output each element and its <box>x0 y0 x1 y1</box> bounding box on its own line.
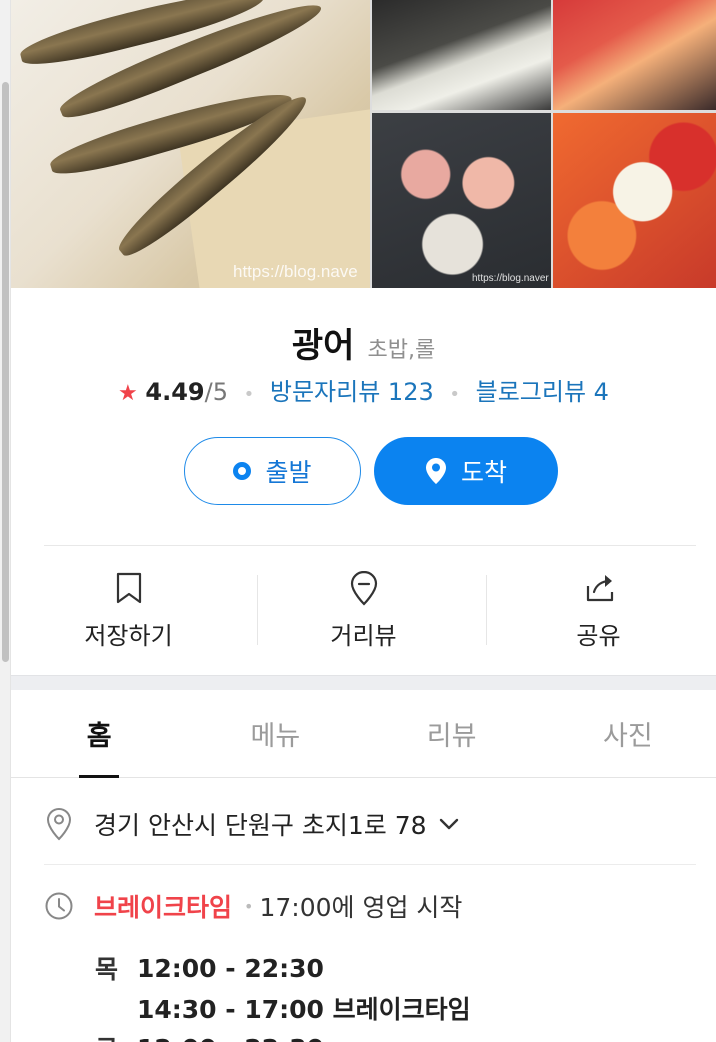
photo-watermark: https://blog.nave <box>233 262 358 281</box>
photo-watermark: https://blog.naver <box>472 273 549 284</box>
scrollbar-thumb[interactable] <box>2 82 9 662</box>
schedule-row: 금 12:00 - 22:30 <box>95 1028 471 1042</box>
tab-reviews[interactable]: 리뷰 <box>364 690 540 777</box>
rating-value: 4.49 <box>145 378 205 406</box>
place-meta-row: ★ 4.49/5 • 방문자리뷰 123 • 블로그리뷰 4 <box>11 372 716 407</box>
schedule-list: 목 12:00 - 22:30 14:30 - 17:00 브레이크타임 금 1… <box>95 948 471 1042</box>
schedule-row: 14:30 - 17:00 브레이크타임 <box>95 988 471 1028</box>
tab-menu[interactable]: 메뉴 <box>187 690 363 777</box>
photo-gallery: https://blog.nave https://blog.naver <box>11 0 716 288</box>
clock-icon <box>45 892 73 920</box>
separator-dot: • <box>244 896 254 916</box>
blog-reviews-link[interactable]: 블로그리뷰 4 <box>476 378 609 406</box>
scrollbar[interactable] <box>0 0 11 1042</box>
tab-home[interactable]: 홈 <box>11 690 187 777</box>
schedule-time: 14:30 - 17:00 브레이크타임 <box>137 995 471 1024</box>
open-time-note: 17:00에 영업 시작 <box>259 893 463 922</box>
location-pin-icon <box>425 458 446 484</box>
break-time-status: 브레이크타임 <box>94 893 233 922</box>
photo-thumb-3[interactable]: https://blog.naver <box>372 113 551 288</box>
separator-dot: • <box>449 384 460 405</box>
share-label: 공유 <box>576 622 621 650</box>
share-icon <box>586 575 613 602</box>
tab-photos[interactable]: 사진 <box>540 690 716 777</box>
photo-thumb-4[interactable] <box>553 113 716 288</box>
street-view-button[interactable]: 거리뷰 <box>246 560 481 660</box>
rating-max: /5 <box>204 378 228 406</box>
depart-label: 출발 <box>265 458 312 487</box>
address-row[interactable]: 경기 안산시 단원구 초지1로 78 <box>44 806 459 842</box>
tab-bar: 홈 메뉴 리뷰 사진 <box>11 690 716 778</box>
arrive-label: 도착 <box>460 458 507 487</box>
origin-icon <box>233 462 252 480</box>
schedule-day: 금 <box>95 1030 137 1042</box>
section-gap <box>11 675 716 690</box>
star-icon: ★ <box>118 381 138 406</box>
separator-dot: • <box>243 384 255 405</box>
visitor-reviews-link[interactable]: 방문자리뷰 123 <box>270 378 434 406</box>
address-text: 경기 안산시 단원구 초지1로 78 <box>94 811 427 840</box>
divider <box>44 545 696 546</box>
location-pin-icon <box>46 807 72 841</box>
place-category: 초밥,롤 <box>367 338 436 363</box>
bookmark-icon <box>116 572 141 604</box>
schedule-day: 목 <box>95 955 119 984</box>
photo-main[interactable]: https://blog.nave <box>11 0 370 288</box>
action-bar: 저장하기 거리뷰 공유 <box>11 560 716 660</box>
save-label: 저장하기 <box>84 622 173 650</box>
schedule-time: 12:00 - 22:30 <box>137 1034 324 1042</box>
schedule-time: 12:00 - 22:30 <box>137 953 324 983</box>
photo-thumb-1[interactable] <box>372 0 551 110</box>
depart-button[interactable]: 출발 <box>184 437 361 505</box>
place-name: 광어 <box>291 326 355 366</box>
hours-row[interactable]: 브레이크타임 • 17:00에 영업 시작 <box>44 888 462 924</box>
place-page: https://blog.nave https://blog.naver 광어 … <box>11 0 716 1042</box>
street-view-icon <box>350 570 377 606</box>
street-view-label: 거리뷰 <box>330 622 397 650</box>
divider <box>44 864 696 865</box>
place-title-row: 광어 초밥,롤 <box>11 318 716 367</box>
save-button[interactable]: 저장하기 <box>11 560 246 660</box>
arrive-button[interactable]: 도착 <box>374 437 558 505</box>
schedule-row: 목 12:00 - 22:30 <box>95 948 471 988</box>
chevron-down-icon[interactable] <box>439 817 459 831</box>
photo-thumb-2[interactable] <box>553 0 716 110</box>
share-button[interactable]: 공유 <box>481 560 716 660</box>
